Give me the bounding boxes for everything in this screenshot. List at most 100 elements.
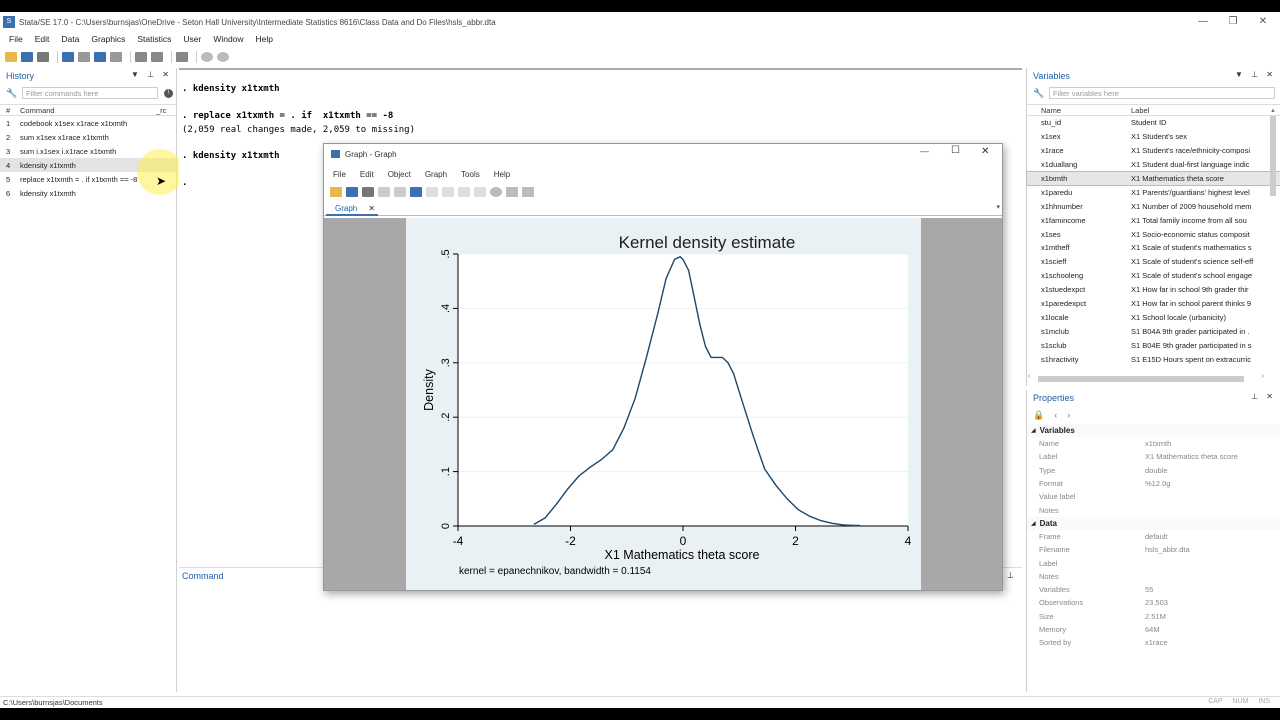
variable-row[interactable]: x1stuedexpct X1 How far in school 9th gra…: [1027, 283, 1280, 297]
menu-file[interactable]: File: [9, 34, 23, 44]
graph-menu-object[interactable]: Object: [388, 170, 411, 179]
open-icon[interactable]: [5, 52, 17, 62]
property-row[interactable]: Notes: [1027, 503, 1280, 516]
col-name[interactable]: Name: [1027, 106, 1131, 115]
variable-row[interactable]: x1ses X1 Socio-economic status composit: [1027, 227, 1280, 241]
variable-row[interactable]: s1mclub S1 B04A 9th grader participated i…: [1027, 324, 1280, 338]
variable-row[interactable]: x1duallang X1 Student dual-first language…: [1027, 158, 1280, 172]
forward-icon[interactable]: ›: [1067, 410, 1070, 420]
property-row[interactable]: Variables 55: [1027, 583, 1280, 596]
collapse-arrow-icon[interactable]: ◢: [1031, 520, 1036, 527]
editor-pane-icon[interactable]: [426, 187, 438, 197]
play-icon[interactable]: [522, 187, 534, 197]
pin-icon[interactable]: ⊥: [1007, 571, 1014, 580]
variable-row[interactable]: s1sclub S1 B04E 9th grader participated i…: [1027, 338, 1280, 352]
col-label[interactable]: Label: [1131, 106, 1149, 115]
col-command[interactable]: Command: [20, 106, 156, 115]
graph-menu-help[interactable]: Help: [494, 170, 510, 179]
more-icon[interactable]: [201, 52, 213, 62]
col-rc[interactable]: _rc: [156, 106, 166, 115]
pointer-icon[interactable]: [442, 187, 454, 197]
property-row[interactable]: Memory 64M: [1027, 623, 1280, 636]
variable-row[interactable]: x1schooleng X1 Scale of student's school …: [1027, 269, 1280, 283]
variables-vertical-scrollbar[interactable]: ▲: [1268, 108, 1278, 370]
graph-icon[interactable]: [94, 52, 106, 62]
variable-row[interactable]: x1race X1 Student's race/ethnicity-compos…: [1027, 144, 1280, 158]
wrench-icon[interactable]: 🔧: [6, 88, 17, 99]
print-icon[interactable]: [362, 187, 374, 197]
menu-edit[interactable]: Edit: [35, 34, 50, 44]
variable-row[interactable]: x1txmth X1 Mathematics theta score: [1026, 170, 1280, 187]
copy-icon[interactable]: [378, 187, 390, 197]
graph-menu-edit[interactable]: Edit: [360, 170, 374, 179]
info-icon[interactable]: !: [164, 88, 173, 98]
property-row[interactable]: Format %12.0g: [1027, 477, 1280, 490]
close-tab-icon[interactable]: ✕: [368, 202, 375, 215]
pane-controls-icon[interactable]: ▼ ⊥ ✕: [1235, 70, 1276, 79]
minimize-icon[interactable]: —: [920, 146, 929, 156]
close-icon[interactable]: ✕: [1248, 12, 1278, 32]
variables-manager-icon[interactable]: [176, 52, 188, 62]
close-icon[interactable]: ✕: [981, 146, 989, 157]
property-row[interactable]: Frame default: [1027, 530, 1280, 543]
variable-row[interactable]: x1famincome X1 Total family income from a…: [1027, 213, 1280, 227]
back-icon[interactable]: ‹: [1054, 410, 1057, 420]
menu-help[interactable]: Help: [256, 34, 273, 44]
menu-statistics[interactable]: Statistics: [137, 34, 171, 44]
data-editor-icon[interactable]: [135, 52, 147, 62]
do-file-editor-icon[interactable]: [110, 52, 122, 62]
save-icon[interactable]: [346, 187, 358, 197]
property-row[interactable]: Observations 23,503: [1027, 596, 1280, 609]
variable-row[interactable]: stu_id Student ID: [1027, 116, 1280, 130]
rename-icon[interactable]: [394, 187, 406, 197]
chevron-down-icon[interactable]: ▾: [996, 203, 1000, 211]
properties-section-header[interactable]: ◢ Variables: [1027, 424, 1280, 437]
property-row[interactable]: Value label: [1027, 490, 1280, 503]
pane-controls-icon[interactable]: ⊥ ✕: [1251, 392, 1276, 401]
open-icon[interactable]: [330, 187, 342, 197]
pane-controls-icon[interactable]: ▼ ⊥ ✕: [131, 70, 172, 79]
variable-row[interactable]: x1sex X1 Student's sex: [1027, 130, 1280, 144]
viewer-icon[interactable]: [78, 52, 90, 62]
wrench-icon[interactable]: 🔧: [1033, 88, 1044, 99]
lock-icon[interactable]: 🔒: [1033, 410, 1044, 421]
break-icon[interactable]: [217, 52, 229, 62]
variable-row[interactable]: x1paredu X1 Parents'/guardians' highest l…: [1027, 185, 1280, 199]
redo-icon[interactable]: [474, 187, 486, 197]
log-icon[interactable]: [62, 52, 74, 62]
variable-row[interactable]: s1hractivity S1 E15D Hours spent on extra…: [1027, 352, 1280, 366]
property-row[interactable]: Label X1 Mathematics theta score: [1027, 450, 1280, 463]
col-number[interactable]: #: [0, 106, 20, 115]
history-row[interactable]: 1 codebook x1sex x1race x1txmth: [0, 116, 176, 130]
restore-icon[interactable]: ❐: [1218, 12, 1248, 32]
print-icon[interactable]: [37, 52, 49, 62]
graph-menu-graph[interactable]: Graph: [425, 170, 447, 179]
menu-user[interactable]: User: [183, 34, 201, 44]
history-filter-input[interactable]: Filter commands here: [22, 87, 158, 99]
property-row[interactable]: Label: [1027, 556, 1280, 569]
history-row[interactable]: 2 sum x1sex x1race x1txmth: [0, 130, 176, 144]
undo-icon[interactable]: [458, 187, 470, 197]
variables-filter-input[interactable]: Filter variables here: [1049, 87, 1275, 99]
minimize-icon[interactable]: —: [1188, 12, 1218, 32]
variables-horizontal-scrollbar[interactable]: ‹ ›: [1026, 373, 1268, 384]
variable-row[interactable]: x1hhnumber X1 Number of 2009 household me…: [1027, 199, 1280, 213]
pause-icon[interactable]: [506, 187, 518, 197]
variable-row[interactable]: x1scieff X1 Scale of student's science se…: [1027, 255, 1280, 269]
save-icon[interactable]: [21, 52, 33, 62]
property-row[interactable]: Name x1txmth: [1027, 437, 1280, 450]
record-icon[interactable]: [490, 187, 502, 197]
menu-graphics[interactable]: Graphics: [91, 34, 125, 44]
variable-row[interactable]: x1locale X1 School locale (urbanicity): [1027, 310, 1280, 324]
variable-row[interactable]: x1paredexpct X1 How far in school parent …: [1027, 297, 1280, 311]
collapse-arrow-icon[interactable]: ◢: [1031, 427, 1036, 434]
menu-window[interactable]: Window: [213, 34, 243, 44]
maximize-icon[interactable]: ☐: [951, 145, 960, 156]
graph-menu-tools[interactable]: Tools: [461, 170, 480, 179]
graph-menu-file[interactable]: File: [333, 170, 346, 179]
property-row[interactable]: Filename hsls_abbr.dta: [1027, 543, 1280, 556]
variable-row[interactable]: x1mtheff X1 Scale of student's mathematic…: [1027, 241, 1280, 255]
tab-graph[interactable]: Graph ✕: [326, 202, 378, 216]
property-row[interactable]: Size 2.51M: [1027, 610, 1280, 623]
property-row[interactable]: Type double: [1027, 464, 1280, 477]
